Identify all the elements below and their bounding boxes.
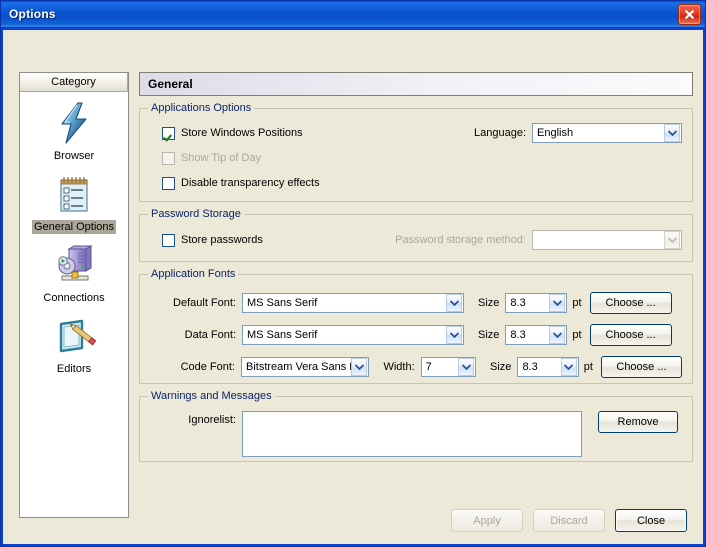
language-value: English xyxy=(533,127,664,139)
title-bar: Options xyxy=(1,1,705,28)
lightning-bolt-icon xyxy=(51,100,97,146)
remove-button[interactable]: Remove xyxy=(598,411,678,433)
notepad-checklist-icon xyxy=(51,171,97,217)
choose-code-font-button[interactable]: Choose ... xyxy=(601,356,682,378)
close-window-button[interactable] xyxy=(678,4,701,25)
chevron-down-icon xyxy=(458,358,474,376)
application-fonts-group: Application Fonts Default Font: MS Sans … xyxy=(139,274,693,384)
chevron-down-icon xyxy=(351,358,367,376)
language-label: Language: xyxy=(474,127,526,139)
password-storage-group: Password Storage Store passwords Passwor… xyxy=(139,214,693,262)
sidebar-item-label: Connections xyxy=(41,291,106,305)
sidebar-item-label: Editors xyxy=(55,362,93,376)
language-select[interactable]: English xyxy=(532,123,682,143)
sidebar-item-label: Browser xyxy=(52,149,96,163)
chevron-down-icon xyxy=(561,358,577,376)
checkbox-label: Store Windows Positions xyxy=(181,127,303,139)
sidebar-item-editors[interactable]: Editors xyxy=(20,313,128,376)
pt-unit-label: pt xyxy=(584,361,593,373)
checkbox-box xyxy=(162,177,175,190)
checkbox-label: Show Tip of Day xyxy=(181,152,261,164)
code-font-width-value: 7 xyxy=(422,361,458,373)
choose-data-font-button[interactable]: Choose ... xyxy=(590,324,672,346)
code-font-row: Code Font: Bitstream Vera Sans Mo Width:… xyxy=(150,355,682,379)
category-list: Browser xyxy=(20,92,128,376)
settings-panel: General Applications Options Store Windo… xyxy=(139,72,693,462)
chevron-down-icon xyxy=(446,294,462,312)
discard-button: Discard xyxy=(533,509,605,532)
group-legend: Password Storage xyxy=(148,208,244,220)
data-font-value: MS Sans Serif xyxy=(243,329,446,341)
ignorelist-input[interactable] xyxy=(242,411,582,457)
close-icon xyxy=(684,9,695,20)
code-font-label: Code Font: xyxy=(150,361,235,373)
code-font-width-select[interactable]: 7 xyxy=(421,357,476,377)
size-label: Size xyxy=(490,361,511,373)
server-gear-icon xyxy=(51,242,97,288)
size-label: Size xyxy=(478,329,499,341)
close-button[interactable]: Close xyxy=(615,509,687,532)
checkbox-label: Disable transparency effects xyxy=(181,177,320,189)
width-label: Width: xyxy=(383,361,414,373)
options-dialog: Options Category xyxy=(0,0,706,547)
ignorelist-label: Ignorelist: xyxy=(150,411,236,429)
default-font-row: Default Font: MS Sans Serif Size 8.3 xyxy=(150,291,682,315)
checkbox-box xyxy=(162,152,175,165)
chevron-down-icon xyxy=(549,294,565,312)
default-font-size-value: 8.3 xyxy=(506,297,549,309)
data-font-select[interactable]: MS Sans Serif xyxy=(242,325,464,345)
pencil-edit-icon xyxy=(51,313,97,359)
group-legend: Application Fonts xyxy=(148,268,238,280)
category-column-header: Category xyxy=(20,73,128,92)
group-legend: Warnings and Messages xyxy=(148,390,275,402)
default-font-label: Default Font: xyxy=(150,297,236,309)
group-legend: Applications Options xyxy=(148,102,254,114)
code-font-value: Bitstream Vera Sans Mo xyxy=(242,361,352,373)
chevron-down-icon xyxy=(549,326,565,344)
store-windows-positions-checkbox[interactable]: Store Windows Positions xyxy=(162,127,303,140)
checkbox-label: Store passwords xyxy=(181,234,263,246)
data-font-size-select[interactable]: 8.3 xyxy=(505,325,567,345)
chevron-down-icon xyxy=(664,231,680,249)
warnings-messages-group: Warnings and Messages Ignorelist: Remove xyxy=(139,396,693,462)
sidebar-item-browser[interactable]: Browser xyxy=(20,100,128,163)
default-font-size-select[interactable]: 8.3 xyxy=(505,293,567,313)
sidebar-item-general-options[interactable]: General Options xyxy=(20,171,128,234)
dialog-client-area: Category xyxy=(3,30,703,544)
category-sidebar: Category xyxy=(19,72,129,518)
default-font-select[interactable]: MS Sans Serif xyxy=(242,293,464,313)
chevron-down-icon xyxy=(664,124,680,142)
data-font-row: Data Font: MS Sans Serif Size 8.3 xyxy=(150,323,682,347)
pt-unit-label: pt xyxy=(572,329,581,341)
dialog-footer: Apply Discard Close xyxy=(451,509,687,532)
data-font-label: Data Font: xyxy=(150,329,236,341)
code-font-select[interactable]: Bitstream Vera Sans Mo xyxy=(241,357,370,377)
checkbox-box xyxy=(162,127,175,140)
applications-options-group: Applications Options Store Windows Posit… xyxy=(139,108,693,202)
chevron-down-icon xyxy=(446,326,462,344)
password-method-select xyxy=(532,230,682,250)
sidebar-item-connections[interactable]: Connections xyxy=(20,242,128,305)
show-tip-of-day-checkbox: Show Tip of Day xyxy=(162,152,261,165)
default-font-value: MS Sans Serif xyxy=(243,297,446,309)
pt-unit-label: pt xyxy=(572,297,581,309)
data-font-size-value: 8.3 xyxy=(506,329,549,341)
store-passwords-checkbox[interactable]: Store passwords xyxy=(162,234,263,247)
sidebar-item-label: General Options xyxy=(32,220,116,234)
choose-default-font-button[interactable]: Choose ... xyxy=(590,292,672,314)
window-title: Options xyxy=(9,7,56,21)
code-font-size-value: 8.3 xyxy=(518,361,560,373)
code-font-size-select[interactable]: 8.3 xyxy=(517,357,578,377)
size-label: Size xyxy=(478,297,499,309)
disable-transparency-checkbox[interactable]: Disable transparency effects xyxy=(162,177,320,190)
password-method-label: Password storage method: xyxy=(395,234,526,246)
apply-button: Apply xyxy=(451,509,523,532)
page-title: General xyxy=(139,72,693,96)
checkbox-box xyxy=(162,234,175,247)
